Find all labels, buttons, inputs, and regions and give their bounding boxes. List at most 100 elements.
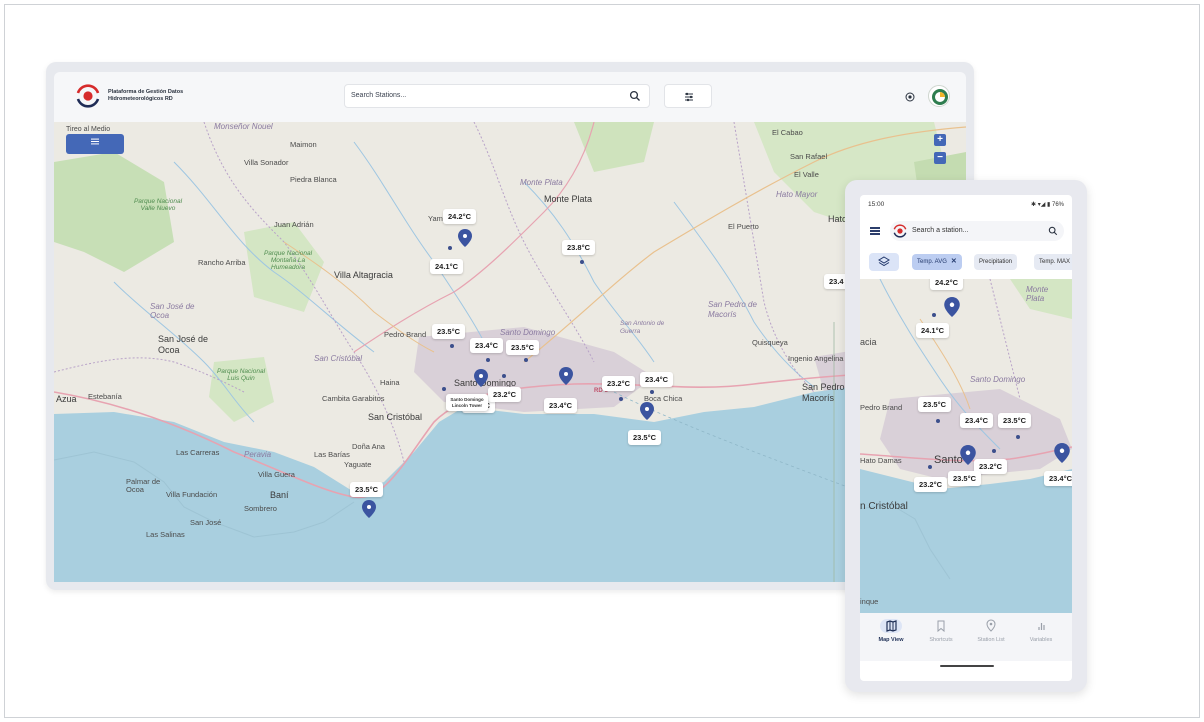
station-dot[interactable] <box>486 358 490 362</box>
station-dot[interactable] <box>1016 435 1020 439</box>
station-dot[interactable] <box>936 419 940 423</box>
nav-label: Shortcuts <box>929 637 953 643</box>
location-pin-icon <box>980 619 1002 633</box>
zoom-in-button[interactable]: + <box>934 134 946 146</box>
nav-label: Map View <box>878 637 904 643</box>
desktop-header: Plataforma de Gestión Datos Hidrometeoro… <box>54 72 966 122</box>
temp-label[interactable]: 23.2°C <box>488 387 522 402</box>
station-pin-icon[interactable] <box>458 229 472 247</box>
desktop-map[interactable]: Tireo al Medio + − Monseñor Nouel Maimon… <box>54 122 966 582</box>
temp-label[interactable]: 23.2°C <box>914 477 948 492</box>
hamburger-icon[interactable] <box>870 230 880 232</box>
place-label: Parque Nacional Luis Quin <box>216 368 266 382</box>
temp-label[interactable]: 23.4°C <box>640 372 674 387</box>
place-label: acia <box>860 337 877 347</box>
temp-label[interactable]: 23.5°C <box>918 397 952 412</box>
chip-precipitation[interactable]: Precipitation <box>974 254 1018 270</box>
place-label: Santo Domingo <box>970 375 1026 384</box>
station-dot[interactable] <box>524 358 528 362</box>
temp-label[interactable]: 23.4°C <box>544 398 578 413</box>
filter-button[interactable] <box>664 84 712 108</box>
station-pin-icon[interactable] <box>1054 443 1070 463</box>
place-label: Monte Plata <box>1026 285 1049 303</box>
user-avatar[interactable] <box>928 85 950 107</box>
station-dot[interactable] <box>650 390 654 394</box>
station-dot[interactable] <box>928 465 932 469</box>
place-label: Villa Sonador <box>244 158 289 167</box>
temp-label[interactable]: 23.8°C <box>562 240 596 255</box>
station-tooltip: Santo Domingo Lincoln Tower <box>446 394 488 411</box>
layers-button[interactable] <box>869 253 899 271</box>
place-label: San Antonio de Guerra <box>620 320 665 335</box>
station-dot[interactable] <box>450 344 454 348</box>
chip-label: Precipitation <box>979 259 1013 265</box>
place-label: Villa Altagracia <box>334 270 393 280</box>
nav-shortcuts[interactable]: Shortcuts <box>916 619 966 643</box>
station-dot[interactable] <box>580 260 584 264</box>
temp-label[interactable]: 23.5°C <box>998 413 1032 428</box>
desktop-mockup: Plataforma de Gestión Datos Hidrometeoro… <box>46 62 974 590</box>
temp-label[interactable]: 23.5°C <box>948 471 982 486</box>
place-label: San José <box>190 518 222 527</box>
station-dot[interactable] <box>992 449 996 453</box>
station-pin-icon[interactable] <box>474 369 488 387</box>
chip-temp-max[interactable]: Temp. MAX <box>1034 254 1072 270</box>
brand-logo-icon[interactable] <box>74 82 102 110</box>
chip-temp-avg[interactable]: Temp. AVG ✕ <box>912 254 962 270</box>
station-dot[interactable] <box>442 387 446 391</box>
location-target-icon[interactable] <box>904 91 916 103</box>
nav-map-view[interactable]: Map View <box>866 619 916 643</box>
nav-label: Station List <box>977 637 1005 643</box>
station-pin-icon[interactable] <box>944 297 960 317</box>
temp-label[interactable]: 23.4°C <box>470 338 504 353</box>
status-icons: ✱ ▾◢ ▮ 76% <box>1031 202 1064 208</box>
chip-label: Temp. MAX <box>1039 259 1071 265</box>
place-label: Monte Plata <box>520 178 563 187</box>
temp-label[interactable]: 23.5°C <box>350 482 384 497</box>
search-icon[interactable] <box>629 90 641 102</box>
station-pin-icon[interactable] <box>559 367 573 385</box>
nav-variables[interactable]: Variables <box>1016 619 1066 643</box>
place-label: Santo <box>934 454 963 466</box>
chip-label: Temp. AVG <box>917 259 947 265</box>
temp-label[interactable]: 23.5°C <box>432 324 466 339</box>
zoom-out-button[interactable]: − <box>934 152 946 164</box>
place-label: Doña Ana <box>352 442 385 451</box>
search-placeholder: Search Stations... <box>351 92 407 99</box>
phone-map[interactable]: acia Santo Domingo Monte Plata Pedro Bra… <box>860 279 1072 613</box>
station-dot[interactable] <box>502 374 506 378</box>
map-icon <box>880 619 902 633</box>
nav-station-list[interactable]: Station List <box>966 619 1016 643</box>
place-label: Palmar de Ocoa <box>126 477 161 494</box>
bookmark-icon <box>930 619 952 633</box>
home-indicator[interactable] <box>940 665 994 667</box>
phone-search-input[interactable]: Search a station... <box>890 221 1064 241</box>
station-dot[interactable] <box>448 246 452 250</box>
temp-label[interactable]: 23.5°C <box>628 430 662 445</box>
place-label: Haina <box>380 378 400 387</box>
search-icon[interactable] <box>1048 226 1058 236</box>
station-dot[interactable] <box>619 397 623 401</box>
temp-label[interactable]: 23.5°C <box>506 340 540 355</box>
map-menu-button[interactable] <box>66 134 124 154</box>
brand-logo-icon <box>893 224 907 238</box>
close-icon[interactable]: ✕ <box>951 258 957 265</box>
temp-label[interactable]: 24.2°C <box>443 209 477 224</box>
temp-label[interactable]: 23.4°C <box>1044 471 1072 486</box>
temp-label[interactable]: 24.1°C <box>430 259 464 274</box>
station-dot[interactable] <box>932 313 936 317</box>
place-label: Monseñor Nouel <box>214 122 273 131</box>
temp-label[interactable]: 23.4°C <box>960 413 994 428</box>
temp-label[interactable]: 24.1°C <box>916 323 950 338</box>
place-label: El Puerto <box>728 222 759 231</box>
place-label: Piedra Blanca <box>290 175 337 184</box>
search-input[interactable]: Search Stations... <box>344 84 650 108</box>
station-pin-icon[interactable] <box>640 402 654 420</box>
place-label: n Cristóbal <box>860 501 908 512</box>
station-pin-icon[interactable] <box>362 500 376 518</box>
place-label: Santo Domingo <box>500 328 556 337</box>
place-label: Pedro Brand <box>860 403 903 412</box>
temp-label[interactable]: 23.2°C <box>602 376 636 391</box>
place-label: San José de Ocoa <box>158 334 209 355</box>
temp-label[interactable]: 24.2°C <box>930 279 964 290</box>
